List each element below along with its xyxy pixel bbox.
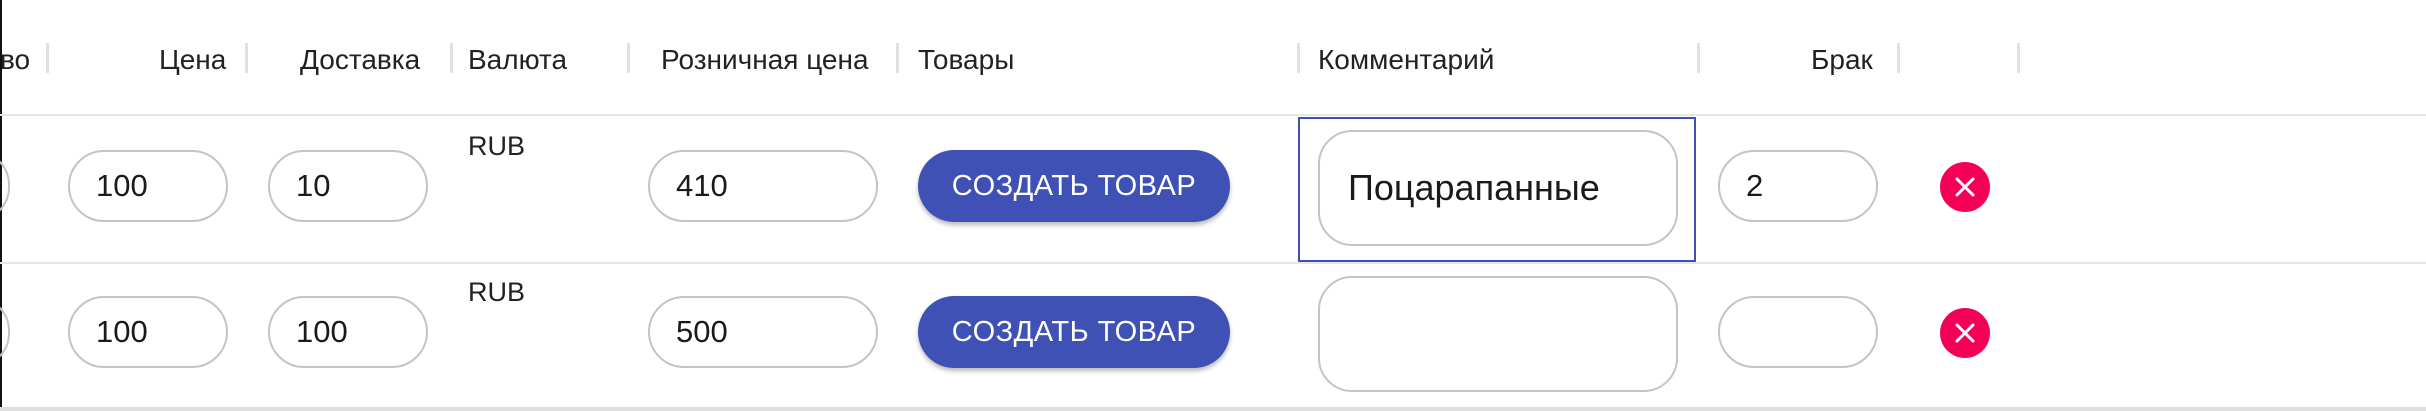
- retail-price-input[interactable]: 410: [648, 150, 878, 222]
- delivery-input[interactable]: 100: [268, 296, 428, 368]
- column-separator[interactable]: [46, 43, 49, 73]
- column-separator[interactable]: [1697, 43, 1700, 73]
- header-quantity[interactable]: во: [0, 40, 30, 80]
- close-circle-icon: [1955, 323, 1975, 343]
- header-price[interactable]: Цена: [159, 40, 226, 80]
- delete-row-button[interactable]: [1940, 162, 1990, 212]
- column-separator[interactable]: [1297, 43, 1300, 73]
- close-circle-icon: [1955, 177, 1975, 197]
- create-product-button[interactable]: СОЗДАТЬ ТОВАР: [918, 296, 1230, 368]
- comment-field[interactable]: Поцарапанные: [1318, 130, 1678, 246]
- row-divider: [0, 262, 2426, 264]
- retail-price-input[interactable]: 500: [648, 296, 878, 368]
- comment-field[interactable]: [1318, 276, 1678, 392]
- delete-row-button[interactable]: [1940, 308, 1990, 358]
- header-delivery[interactable]: Доставка: [300, 40, 420, 80]
- header-comment[interactable]: Комментарий: [1318, 40, 1494, 80]
- column-separator[interactable]: [1897, 43, 1900, 73]
- column-separator[interactable]: [896, 43, 899, 73]
- defect-input[interactable]: [1718, 296, 1878, 368]
- column-separator[interactable]: [450, 43, 453, 73]
- column-separator[interactable]: [2017, 43, 2020, 73]
- header-currency[interactable]: Валюта: [468, 40, 567, 80]
- table-bottom-border: [0, 407, 2426, 411]
- row-divider: [0, 114, 2426, 116]
- header-retail-price[interactable]: Розничная цена: [661, 40, 869, 80]
- create-product-button[interactable]: СОЗДАТЬ ТОВАР: [918, 150, 1230, 222]
- currency-value: RUB: [468, 131, 526, 161]
- delivery-input[interactable]: 10: [268, 150, 428, 222]
- price-input[interactable]: 100: [68, 296, 228, 368]
- defect-input[interactable]: 2: [1718, 150, 1878, 222]
- column-separator[interactable]: [627, 43, 630, 73]
- currency-value: RUB: [468, 277, 526, 307]
- column-separator[interactable]: [245, 43, 248, 73]
- header-products[interactable]: Товары: [918, 40, 1014, 80]
- header-defect[interactable]: Брак: [1811, 40, 1873, 80]
- price-input[interactable]: 100: [68, 150, 228, 222]
